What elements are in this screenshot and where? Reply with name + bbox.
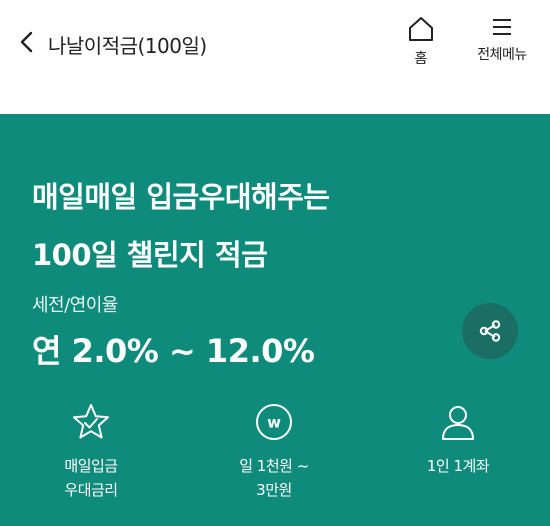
star-check-icon bbox=[73, 404, 109, 439]
share-button[interactable] bbox=[462, 303, 518, 359]
person-icon bbox=[442, 406, 474, 440]
feature-one-account: 1인 1계좌 bbox=[388, 402, 528, 478]
feature-daily-amount: w 일 1천원 ~ 3만원 bbox=[204, 402, 344, 502]
full-menu-label: 전체메뉴 bbox=[477, 47, 527, 63]
product-headline: 매일매일 입금우대해주는 100일 챌린지 적금 bbox=[32, 168, 330, 284]
share-icon bbox=[479, 320, 501, 342]
home-button[interactable]: 홈 bbox=[398, 16, 444, 76]
product-hero: 매일매일 입금우대해주는 100일 챌린지 적금 세전/연이율 연 2.0% ~… bbox=[0, 114, 550, 526]
full-menu-button[interactable]: 전체메뉴 bbox=[466, 16, 538, 76]
home-icon bbox=[409, 17, 433, 41]
home-label: 홈 bbox=[414, 51, 428, 67]
app-header: 나날이적금(100일) 홈 전체메뉴 bbox=[0, 0, 550, 114]
won-coin-icon: w bbox=[256, 404, 292, 440]
feature-daily-deposit: 매일입금 우대금리 bbox=[21, 402, 161, 502]
feature-label: 1인 1계좌 bbox=[426, 457, 490, 475]
chevron-left-icon bbox=[20, 31, 33, 53]
hamburger-icon bbox=[493, 19, 511, 35]
feature-label: 일 1천원 ~ 3만원 bbox=[239, 457, 309, 499]
headline-line-2: 100일 챌린지 적금 bbox=[32, 238, 268, 272]
back-button[interactable] bbox=[14, 28, 42, 56]
feature-label: 매일입금 우대금리 bbox=[64, 457, 118, 499]
svg-text:w: w bbox=[267, 414, 281, 432]
rate-value: 연 2.0% ~ 12.0% bbox=[32, 332, 315, 370]
rate-label: 세전/연이율 bbox=[32, 295, 118, 316]
headline-line-1: 매일매일 입금우대해주는 bbox=[32, 180, 330, 214]
page-title: 나날이적금(100일) bbox=[48, 34, 207, 58]
